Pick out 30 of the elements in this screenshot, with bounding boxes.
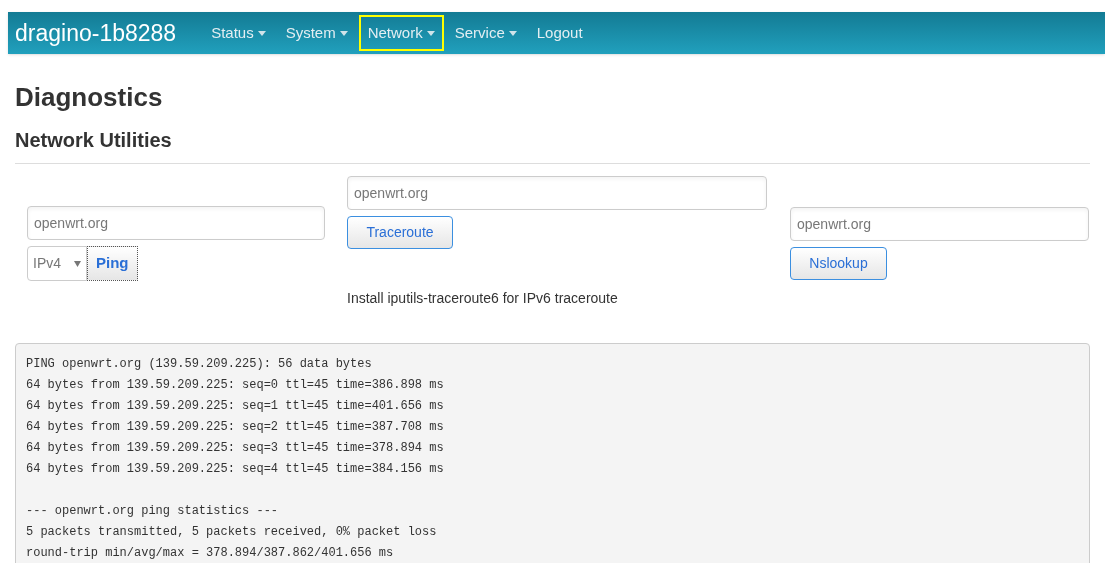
host-field[interactable]: openwrt.org (790, 207, 1089, 241)
output-line: --- openwrt.org ping statistics --- (26, 503, 280, 520)
protocol-select[interactable]: IPv4 (27, 246, 87, 281)
nav-menu-item[interactable]: Logout (527, 15, 592, 51)
caret-icon (508, 30, 517, 36)
host-field[interactable]: openwrt.org (347, 176, 767, 210)
traceroute-note: Install iputils-traceroute6 for IPv6 traceroute (347, 289, 619, 308)
nav-menu-item[interactable]: Network (358, 15, 444, 51)
section-title: Network Utilities (15, 125, 1090, 164)
nav-menu-item[interactable]: System (276, 15, 357, 51)
output-line: 64 bytes from 139.59.209.225: seq=1 ttl=45 time=401.656 ms (26, 398, 445, 415)
caret-icon (426, 30, 435, 36)
output-line: 64 bytes from 139.59.209.225: seq=3 ttl=45 time=378.894 ms (26, 440, 445, 457)
output-line: 5 packets transmitted, 5 packets received, 0% packet loss (26, 524, 438, 541)
output-line: 64 bytes from 139.59.209.225: seq=4 ttl=45 time=384.156 ms (26, 461, 445, 478)
output-line: 64 bytes from 139.59.209.225: seq=2 ttl=45 time=387.708 ms (26, 419, 445, 436)
page-title: Diagnostics (15, 81, 164, 114)
traceroute-button[interactable]: Traceroute (347, 216, 453, 249)
output-line: 64 bytes from 139.59.209.225: seq=0 ttl=45 time=386.898 ms (26, 377, 445, 394)
host-field[interactable]: openwrt.org (27, 206, 325, 240)
caret-icon (257, 30, 266, 36)
output-line: PING openwrt.org (139.59.209.225): 56 data bytes (26, 356, 373, 373)
caret-icon (74, 260, 81, 267)
caret-icon (339, 30, 348, 36)
ping-button[interactable]: Ping (87, 246, 138, 281)
brand-title[interactable]: dragino-1b8288 (15, 15, 177, 51)
nslookup-button[interactable]: Nslookup (790, 247, 887, 280)
nav-menu-item[interactable]: Status (202, 15, 275, 51)
nav-menu-item[interactable]: Service (445, 15, 526, 51)
output-line: round-trip min/avg/max = 378.894/387.862/401.656 ms (26, 545, 395, 562)
